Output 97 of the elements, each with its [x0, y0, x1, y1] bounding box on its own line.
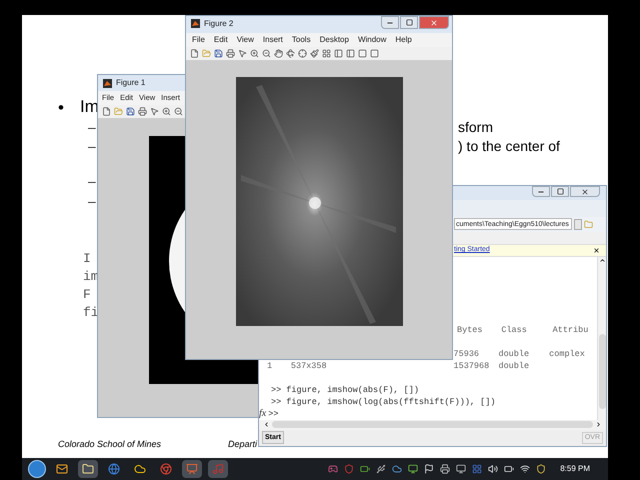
menu-item[interactable]: Tools	[292, 34, 311, 46]
zoom-in-icon[interactable]	[162, 107, 171, 116]
square-icon[interactable]	[358, 49, 367, 58]
table-cell: complex	[549, 348, 585, 359]
bullet-mark: •	[58, 97, 64, 119]
print-icon[interactable]	[226, 49, 235, 58]
minimize-button[interactable]	[381, 16, 399, 29]
menu-item[interactable]: Insert	[262, 34, 283, 46]
dash-mark: –	[88, 137, 96, 156]
minimize-button[interactable]	[532, 186, 550, 197]
folder-icon	[82, 463, 94, 475]
command-prompt[interactable]: >>	[268, 408, 278, 420]
zoom-out-icon[interactable]	[174, 107, 183, 116]
music-icon	[212, 463, 224, 475]
menu-item[interactable]: View	[236, 34, 254, 46]
folder-button[interactable]	[78, 460, 98, 478]
battery-icon[interactable]	[504, 464, 514, 474]
slide-text: ) to the center of	[458, 137, 560, 156]
grid-icon[interactable]	[472, 464, 482, 474]
volume-icon[interactable]	[488, 464, 498, 474]
menu-item[interactable]: File	[192, 34, 205, 46]
flag-icon[interactable]	[424, 464, 434, 474]
shield-icon[interactable]	[536, 464, 546, 474]
pointer-icon[interactable]	[238, 49, 247, 58]
monitor-icon[interactable]	[456, 464, 466, 474]
maximize-button[interactable]	[551, 186, 569, 197]
printer-icon[interactable]	[440, 464, 450, 474]
menu-item[interactable]: Edit	[214, 34, 228, 46]
table-cell: 1537968	[454, 360, 490, 371]
close-icon	[581, 188, 589, 196]
presentation-icon	[186, 463, 198, 475]
grid-icon[interactable]	[322, 49, 331, 58]
save-icon[interactable]	[126, 107, 135, 116]
cloud-icon	[134, 463, 146, 475]
zoom-out-icon[interactable]	[262, 49, 271, 58]
menu-item[interactable]: Window	[358, 34, 386, 46]
code-line: fi	[83, 304, 99, 322]
gamepad-icon[interactable]	[328, 464, 338, 474]
close-icon[interactable]	[593, 247, 600, 254]
new-file-icon[interactable]	[102, 107, 111, 116]
command-line: >> figure, imshow(abs(F), [])	[270, 384, 420, 396]
code-line: F	[83, 286, 91, 304]
hand-icon[interactable]	[274, 49, 283, 58]
footer-text: Colorado School of Mines	[58, 438, 162, 451]
vertical-scrollbar[interactable]	[597, 256, 606, 420]
print-icon[interactable]	[138, 107, 147, 116]
crosshair-icon[interactable]	[298, 49, 307, 58]
dash-mark: –	[88, 172, 96, 191]
battery-icon[interactable]	[360, 464, 370, 474]
mail-icon	[56, 463, 68, 475]
zoom-in-icon[interactable]	[250, 49, 259, 58]
table-cell: double	[498, 348, 530, 359]
matlab-logo-icon	[191, 19, 200, 28]
table-cell: double	[498, 360, 530, 371]
new-file-icon[interactable]	[190, 49, 199, 58]
maximize-icon	[406, 19, 412, 26]
brush-icon[interactable]	[310, 49, 319, 58]
column-header: Attribu	[552, 324, 590, 336]
music-button[interactable]	[208, 460, 228, 478]
panel-icon[interactable]	[334, 49, 343, 58]
save-icon[interactable]	[214, 49, 223, 58]
matlab-logo-icon	[103, 78, 112, 88]
table-cell: 537x358	[290, 360, 327, 371]
square-icon[interactable]	[370, 49, 379, 58]
table-cell: 1	[267, 360, 272, 371]
start-orb-icon[interactable]	[28, 460, 46, 478]
footer-text: Departi	[228, 438, 258, 451]
slide-text: sform	[458, 118, 493, 137]
presentation-button[interactable]	[182, 460, 202, 478]
scroll-left-icon[interactable]	[263, 421, 270, 428]
scroll-up-icon[interactable]	[598, 256, 606, 264]
column-header: Class	[501, 324, 528, 336]
maximize-icon	[556, 188, 564, 195]
globe-icon	[108, 463, 120, 475]
dash-mark: –	[88, 192, 96, 211]
table-cell: 75936	[454, 348, 480, 359]
column-header: Bytes	[457, 324, 484, 336]
close-icon	[430, 18, 438, 26]
clock-text[interactable]: 8:59 PM	[560, 463, 590, 475]
window-title: Figure 2	[204, 18, 234, 30]
code-line: I	[83, 250, 91, 268]
cloud-icon[interactable]	[392, 464, 402, 474]
browser-icon	[160, 463, 172, 475]
monitor-icon[interactable]	[408, 464, 418, 474]
maximize-button[interactable]	[400, 16, 418, 29]
menu-item[interactable]: Desktop	[320, 34, 349, 46]
fx-label: fx	[259, 408, 266, 420]
command-line: >> figure, imshow(log(abs(fftshift(F))), [])	[270, 396, 496, 408]
panel-icon[interactable]	[346, 49, 355, 58]
pointer-icon[interactable]	[150, 107, 159, 116]
scroll-right-icon[interactable]	[595, 421, 602, 428]
rotate-icon[interactable]	[286, 49, 295, 58]
usb-icon[interactable]	[376, 464, 386, 474]
dash-mark: –	[88, 118, 96, 137]
wifi-icon[interactable]	[520, 464, 530, 474]
window-title: Figure 1	[116, 77, 146, 89]
menu-item[interactable]: Help	[395, 34, 412, 46]
